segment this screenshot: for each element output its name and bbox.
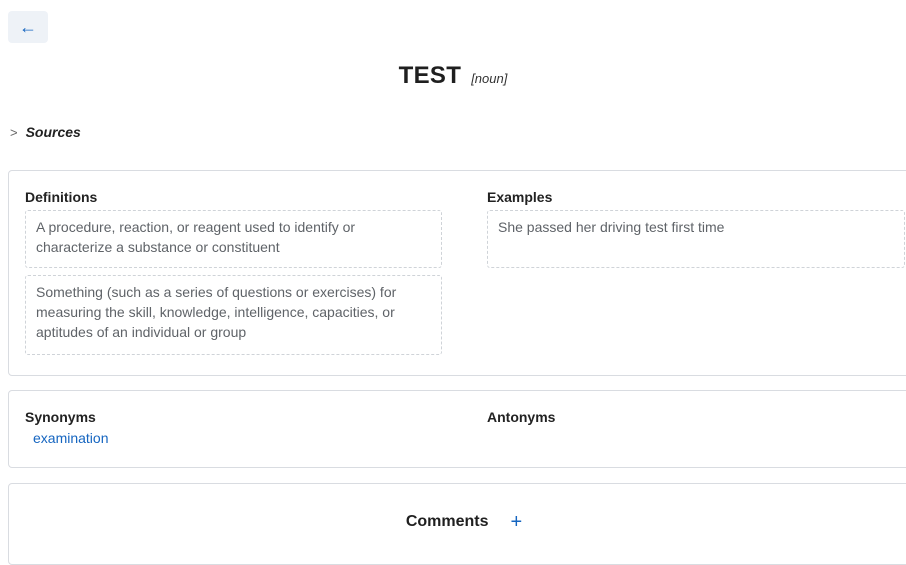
sources-toggle[interactable]: > Sources bbox=[10, 124, 81, 140]
comments-label: Comments bbox=[405, 513, 489, 530]
word-header: TEST [noun] bbox=[0, 62, 906, 90]
synonyms-title: Synonyms bbox=[25, 409, 96, 425]
chevron-right-icon: > bbox=[10, 124, 18, 140]
add-comment-button[interactable]: + bbox=[511, 512, 523, 532]
synonym-link[interactable]: examination bbox=[33, 430, 109, 446]
part-of-speech: [noun] bbox=[471, 71, 508, 86]
examples-title: Examples bbox=[487, 189, 553, 205]
antonyms-title: Antonyms bbox=[487, 409, 556, 425]
definition-item: A procedure, reaction, or reagent used t… bbox=[25, 210, 442, 268]
word-title: TEST bbox=[398, 62, 462, 89]
example-item: She passed her driving test first time bbox=[487, 210, 905, 268]
sources-label: Sources bbox=[25, 124, 81, 140]
back-button[interactable]: ← bbox=[8, 11, 48, 43]
comments-card: Comments + bbox=[8, 483, 906, 565]
definition-item: Something (such as a series of questions… bbox=[25, 275, 442, 355]
definitions-title: Definitions bbox=[25, 189, 98, 205]
synonyms-antonyms-card: Synonyms examination Antonyms bbox=[8, 390, 906, 468]
definitions-examples-card: Definitions A procedure, reaction, or re… bbox=[8, 170, 906, 376]
arrow-left-icon: ← bbox=[19, 16, 37, 37]
